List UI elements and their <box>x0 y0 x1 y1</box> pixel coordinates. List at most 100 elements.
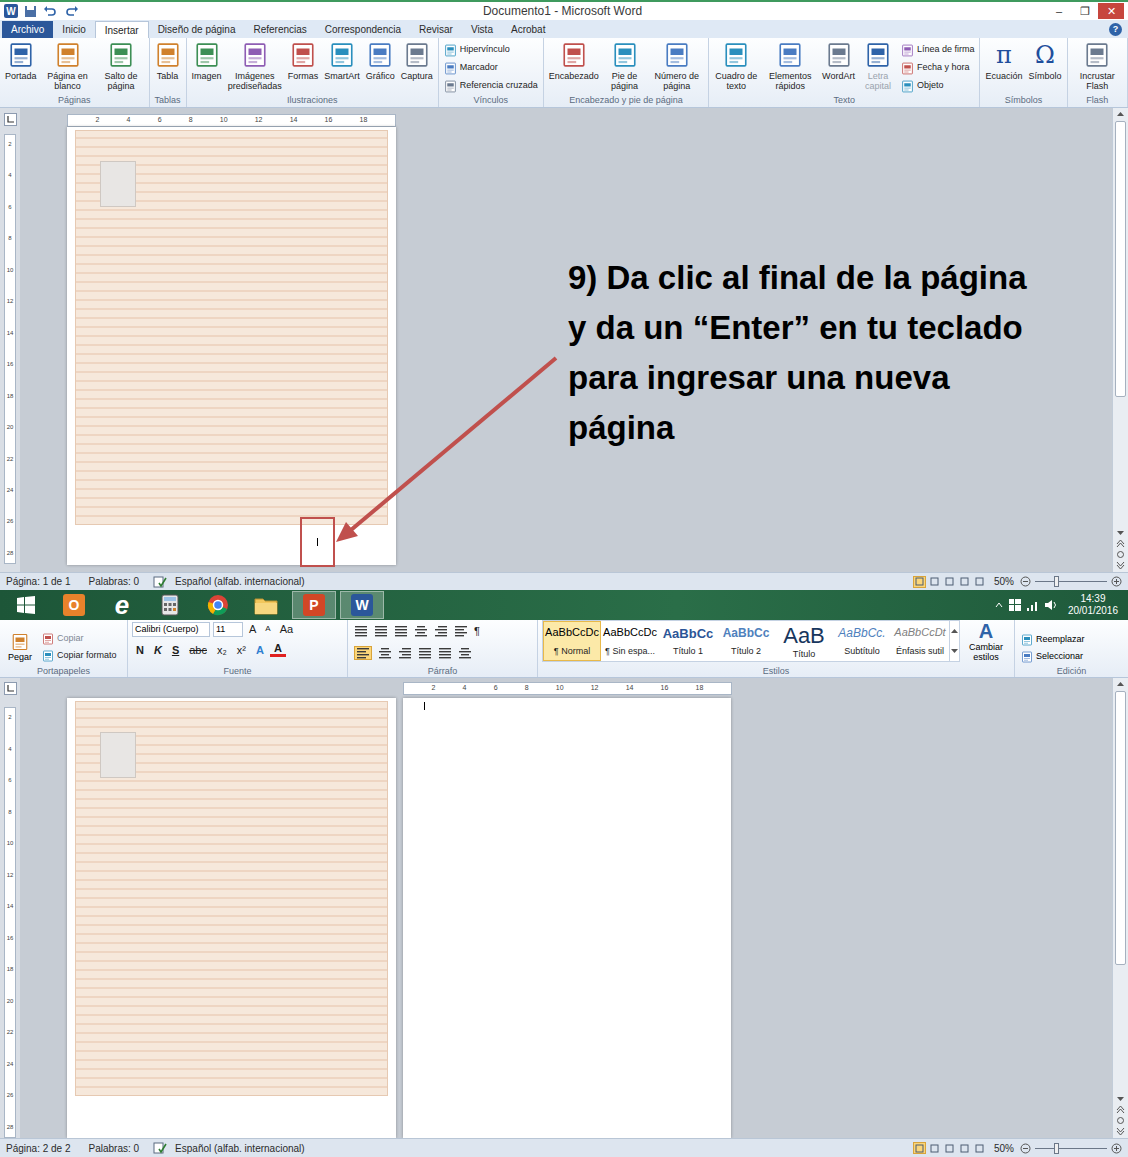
font-family-field[interactable]: Calibri (Cuerpo) <box>132 622 210 637</box>
style-tile[interactable]: AaBbCcDc¶ Normal <box>543 621 601 661</box>
browse-object-icon[interactable] <box>1116 550 1125 559</box>
editing-button[interactable]: Seleccionar <box>1021 648 1122 665</box>
ribbon-small-button[interactable]: Referencia cruzada <box>444 77 538 95</box>
style-tile[interactable]: AaBbCc.Subtítulo <box>833 621 891 661</box>
ribbon-tab[interactable]: Diseño de página <box>149 21 245 38</box>
clipboard-button[interactable]: Copiar formato <box>42 647 117 664</box>
align-icon[interactable] <box>414 625 428 637</box>
network-icon[interactable] <box>1026 598 1040 612</box>
ribbon-button[interactable]: Pie de página <box>602 38 647 91</box>
align-icon[interactable] <box>418 647 432 659</box>
word-count[interactable]: Palabras: 0 <box>89 574 140 589</box>
horizontal-ruler[interactable]: 24681012141618 <box>403 682 732 695</box>
view-button[interactable] <box>973 576 986 588</box>
vertical-ruler[interactable]: 246810121416182022242628 <box>4 134 16 564</box>
vertical-ruler[interactable]: 246810121416182022242628 <box>4 707 16 1138</box>
window-control[interactable]: – <box>1046 3 1072 19</box>
flag-icon[interactable] <box>1008 598 1022 612</box>
next-page-icon[interactable] <box>1116 1127 1125 1136</box>
ribbon-small-button[interactable]: Hipervínculo <box>444 41 538 59</box>
word-count[interactable]: Palabras: 0 <box>89 1141 140 1156</box>
view-button[interactable] <box>943 576 956 588</box>
font-button[interactable]: x² <box>233 642 250 659</box>
certificate-image[interactable] <box>75 701 388 1096</box>
speaker-icon[interactable] <box>1044 598 1058 612</box>
ribbon-tab[interactable]: Inicio <box>53 21 94 38</box>
align-icon[interactable] <box>394 625 408 637</box>
ribbon-button[interactable]: Imágenes prediseñadas <box>225 38 285 91</box>
scroll-up-icon[interactable] <box>1116 680 1125 689</box>
ribbon-small-button[interactable]: Fecha y hora <box>901 59 975 77</box>
ribbon-button[interactable]: Imagen <box>189 38 225 81</box>
ribbon-small-button[interactable]: Línea de firma <box>901 41 975 59</box>
word-logo-icon[interactable]: W <box>4 4 18 18</box>
align-icon[interactable] <box>438 647 452 659</box>
gallery-down-icon[interactable] <box>951 648 958 654</box>
help-button[interactable]: ? <box>1109 23 1122 36</box>
ribbon-button[interactable]: Gráfico <box>363 38 398 81</box>
ribbon-tab[interactable]: Revisar <box>410 21 462 38</box>
font-button[interactable]: x₂ <box>213 642 231 659</box>
taskbar-app[interactable]: O <box>52 591 96 619</box>
page[interactable] <box>67 127 396 565</box>
taskbar-app[interactable] <box>196 591 240 619</box>
ribbon-button[interactable]: SmartArt <box>321 38 363 81</box>
align-icon[interactable] <box>356 647 370 659</box>
align-icon[interactable] <box>458 647 472 659</box>
ribbon-button[interactable]: Formas <box>285 38 322 81</box>
style-tile[interactable]: AaBbCcDtÉnfasis sutil <box>891 621 949 661</box>
browse-object-icon[interactable] <box>1116 1116 1125 1125</box>
prev-page-icon[interactable] <box>1116 539 1125 548</box>
zoom-level[interactable]: 50% <box>994 574 1014 589</box>
undo-icon[interactable] <box>43 5 57 18</box>
vertical-scrollbar[interactable] <box>1112 108 1128 572</box>
font-button[interactable]: A <box>252 642 268 659</box>
zoom-level[interactable]: 50% <box>994 1141 1014 1156</box>
ribbon-button[interactable]: Incrustar Flash <box>1070 38 1126 91</box>
scroll-down-icon[interactable] <box>1116 528 1125 537</box>
page[interactable] <box>67 698 396 1138</box>
ribbon-small-button[interactable]: Objeto <box>901 77 975 95</box>
clock[interactable]: 14:3920/01/2016 <box>1062 593 1124 617</box>
change-styles-button[interactable]: ACambiar estilos <box>964 620 1008 662</box>
ribbon-button[interactable]: ΩSímbolo <box>1025 38 1064 81</box>
ribbon-tab[interactable]: Acrobat <box>502 21 554 38</box>
view-button[interactable] <box>958 1142 971 1154</box>
align-icon[interactable] <box>378 647 392 659</box>
font-button[interactable]: A <box>246 621 259 638</box>
align-icon[interactable] <box>398 647 412 659</box>
font-button[interactable]: abc <box>185 642 211 659</box>
ribbon-small-button[interactable]: Marcador <box>444 59 538 77</box>
ribbon-button[interactable]: πEcuación <box>982 38 1025 81</box>
page[interactable] <box>403 698 731 1138</box>
view-button[interactable] <box>943 1142 956 1154</box>
language[interactable]: Español (alfab. internacional) <box>175 574 305 589</box>
zoom-in-icon[interactable] <box>1111 1143 1122 1154</box>
font-button[interactable]: S <box>168 642 183 659</box>
redo-icon[interactable] <box>65 5 79 18</box>
taskbar-app[interactable] <box>4 591 48 619</box>
style-tile[interactable]: AaBTítulo <box>775 621 833 661</box>
taskbar-app[interactable]: P <box>292 591 336 619</box>
show-marks-button[interactable]: ¶ <box>474 623 480 640</box>
prev-page-icon[interactable] <box>1116 1105 1125 1114</box>
taskbar-app[interactable]: W <box>340 591 384 619</box>
window-control[interactable]: ❐ <box>1072 3 1098 19</box>
save-icon[interactable] <box>24 5 37 18</box>
ribbon-tab[interactable]: Insertar <box>95 21 149 38</box>
align-icon[interactable] <box>374 625 388 637</box>
proofing-icon[interactable] <box>153 576 167 588</box>
ribbon-button[interactable]: Letra capital <box>858 38 898 91</box>
vertical-scrollbar[interactable] <box>1112 678 1128 1138</box>
zoom-slider[interactable] <box>1035 576 1107 587</box>
zoom-out-icon[interactable] <box>1020 1143 1031 1154</box>
tab-selector[interactable] <box>4 113 17 126</box>
certificate-image[interactable] <box>75 130 388 525</box>
align-icon[interactable] <box>454 625 468 637</box>
view-button[interactable] <box>913 1142 926 1154</box>
page-count[interactable]: Página: 2 de 2 <box>6 1141 71 1156</box>
paste-button[interactable]: Pegar <box>4 620 36 666</box>
style-tile[interactable]: AaBbCcTítulo 2 <box>717 621 775 661</box>
language[interactable]: Español (alfab. internacional) <box>175 1141 305 1156</box>
ribbon-tab[interactable]: Referencias <box>244 21 315 38</box>
